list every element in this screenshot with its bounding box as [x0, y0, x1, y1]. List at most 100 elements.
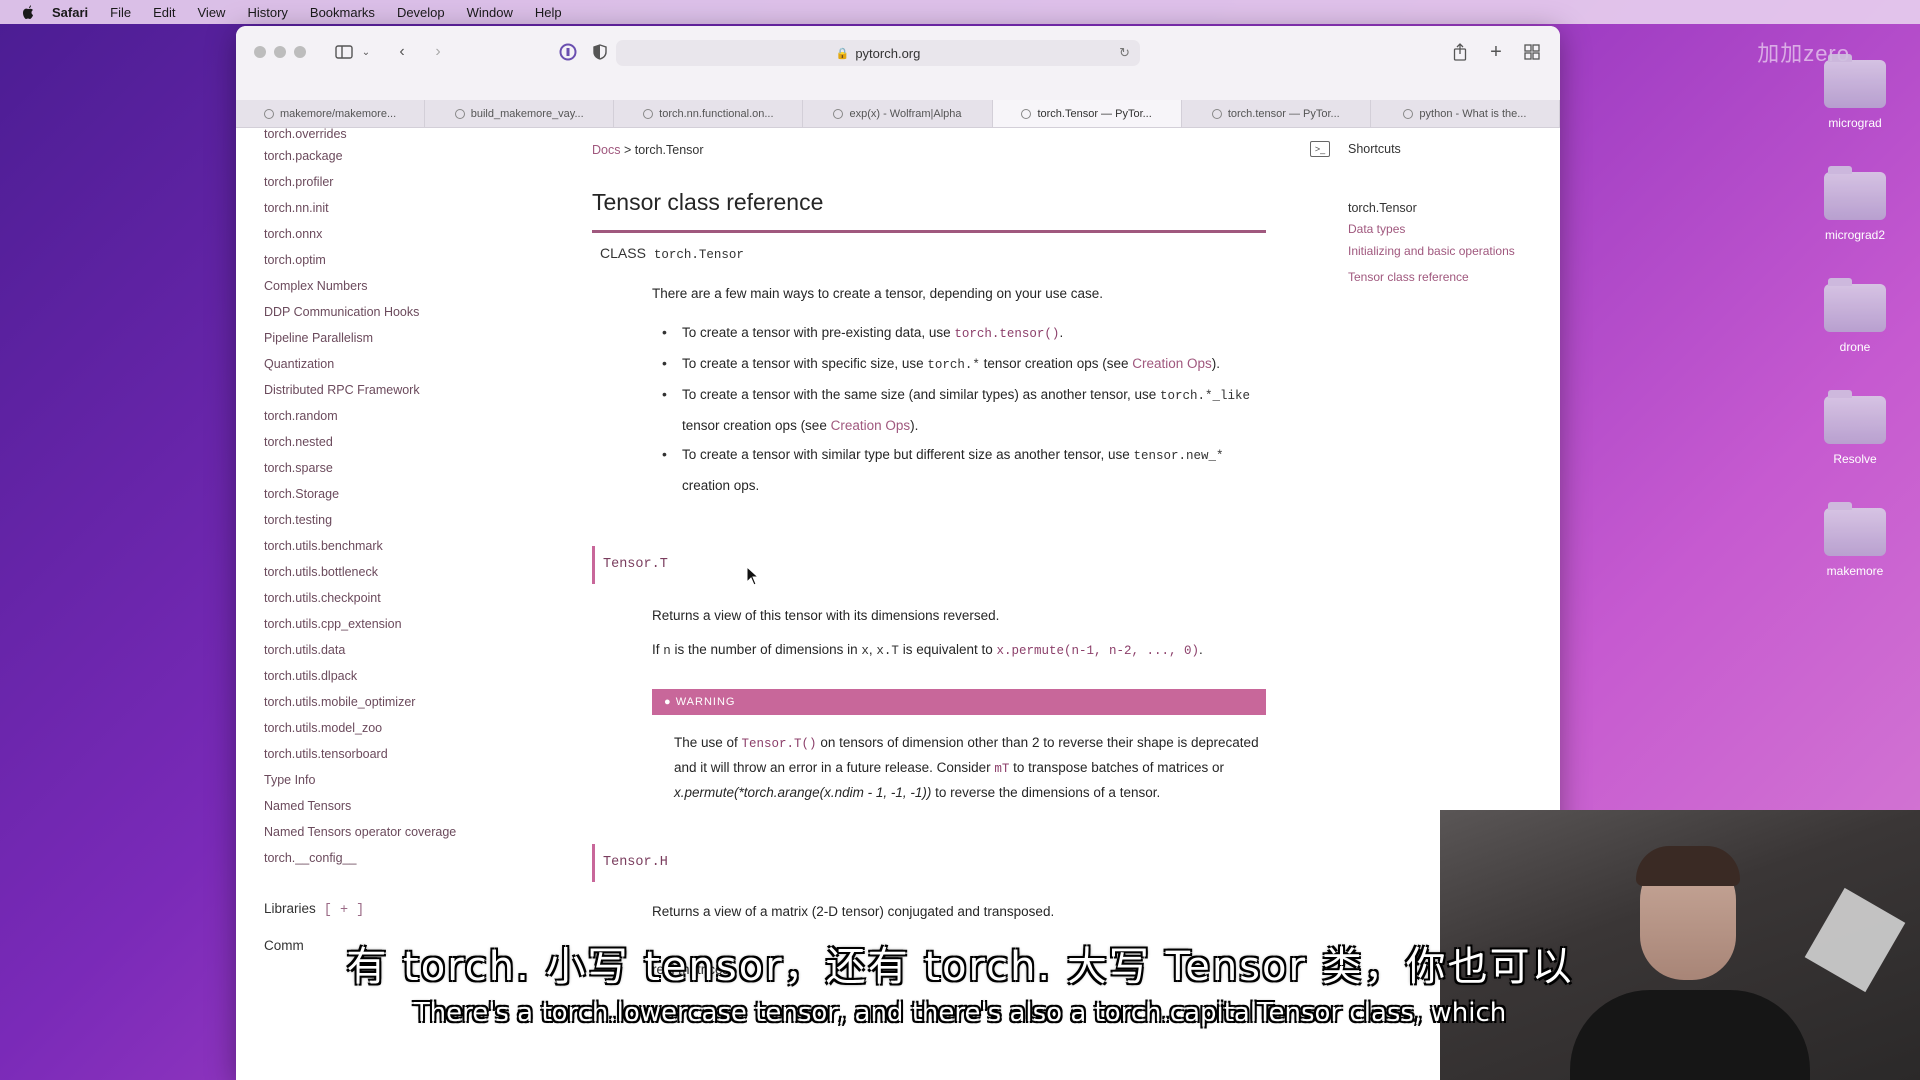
sidebar-item-torch-profiler[interactable]: torch.profiler [264, 169, 504, 195]
sidebar-item-named-tensors-coverage[interactable]: Named Tensors operator coverage [264, 819, 504, 845]
tab-wolfram-alpha[interactable]: exp(x) - Wolfram|Alpha [803, 100, 993, 127]
minimize-window-button[interactable] [274, 46, 286, 58]
tab-torch-tensor-class[interactable]: torch.Tensor — PyTor... [992, 100, 1182, 127]
toc-title[interactable]: torch.Tensor [1348, 201, 1538, 215]
tab-label: makemore/makemore... [279, 107, 397, 120]
sidebar-item-torch-sparse[interactable]: torch.sparse [264, 455, 504, 481]
reload-icon[interactable]: ↻ [1119, 45, 1130, 61]
code-x-permute-link[interactable]: x.permute(n-1, n-2, ..., 0) [997, 644, 1200, 658]
close-window-button[interactable] [254, 46, 266, 58]
sidebar-item-utils-data[interactable]: torch.utils.data [264, 637, 504, 663]
chevron-down-icon[interactable]: ⌄ [354, 40, 378, 64]
text: The use of [674, 735, 742, 750]
apple-icon[interactable] [18, 2, 38, 22]
address-bar[interactable]: 🔒 pytorch.org ↻ [616, 40, 1140, 66]
page-title: Tensor class reference [592, 189, 1266, 233]
stackoverflow-icon [1403, 108, 1414, 119]
password-extension-icon[interactable] [556, 40, 580, 64]
menu-safari[interactable]: Safari [52, 5, 88, 20]
desktop-folder-makemore[interactable]: makemore [1800, 502, 1910, 578]
tab-makemore[interactable]: makemore/makemore... [236, 100, 426, 127]
mouse-cursor-icon [746, 565, 760, 591]
privacy-shield-icon[interactable] [588, 40, 612, 64]
sidebar-item-utils-dlpack[interactable]: torch.utils.dlpack [264, 663, 504, 689]
code-torch-tensor-link[interactable]: torch.tensor() [954, 327, 1059, 341]
sidebar-item-utils-benchmark[interactable]: torch.utils.benchmark [264, 533, 504, 559]
menu-edit[interactable]: Edit [153, 5, 175, 20]
back-button[interactable]: ‹ [390, 40, 414, 64]
sidebar-item-utils-checkpoint[interactable]: torch.utils.checkpoint [264, 585, 504, 611]
sidebar-item-torch-nn-init[interactable]: torch.nn.init [264, 195, 504, 221]
sidebar-item-utils-bottleneck[interactable]: torch.utils.bottleneck [264, 559, 504, 585]
folder-icon [1824, 278, 1886, 332]
desktop-folder-resolve[interactable]: Resolve [1800, 390, 1910, 466]
sidebar-item-distributed-rpc[interactable]: Distributed RPC Framework [264, 377, 504, 403]
sidebar-item-utils-tensorboard[interactable]: torch.utils.tensorboard [264, 741, 504, 767]
sidebar-item-torch-nested[interactable]: torch.nested [264, 429, 504, 455]
creation-ops-link[interactable]: Creation Ops [831, 418, 911, 433]
sidebar-item-torch-storage[interactable]: torch.Storage [264, 481, 504, 507]
menu-history[interactable]: History [247, 5, 287, 20]
tab-label: torch.tensor — PyTor... [1227, 107, 1340, 120]
list-item: To create a tensor with specific size, u… [662, 349, 1266, 380]
bullet-text: ). [910, 418, 919, 433]
desktop-folder-drone[interactable]: drone [1800, 278, 1910, 354]
text: is the number of dimensions in [670, 642, 862, 657]
code-x-t: x.T [876, 644, 899, 658]
desktop-folder-micrograd2[interactable]: micrograd2 [1800, 166, 1910, 242]
sidebar-toggle-icon[interactable] [332, 40, 356, 64]
tab-torch-tensor-func[interactable]: torch.tensor — PyTor... [1182, 100, 1371, 127]
sidebar-item-torch-testing[interactable]: torch.testing [264, 507, 504, 533]
new-tab-icon[interactable]: + [1484, 40, 1508, 64]
zoom-window-button[interactable] [294, 46, 306, 58]
sidebar-item-utils-mobile-optimizer[interactable]: torch.utils.mobile_optimizer [264, 689, 504, 715]
menu-window[interactable]: Window [467, 5, 513, 20]
sidebar-item-torch-config[interactable]: torch.__config__ [264, 845, 504, 871]
code-mt-link[interactable]: mT [994, 762, 1009, 776]
terminal-icon[interactable]: >_ [1310, 141, 1330, 157]
url-text: pytorch.org [855, 45, 921, 61]
sidebar-item-ddp-hooks[interactable]: DDP Communication Hooks [264, 299, 504, 325]
sidebar-item-utils-cpp-extension[interactable]: torch.utils.cpp_extension [264, 611, 504, 637]
class-name: torch.Tensor [653, 248, 744, 262]
share-icon[interactable] [1448, 40, 1472, 64]
code-tensor-t-link[interactable]: Tensor.T() [742, 737, 817, 751]
sidebar-item-torch-onnx[interactable]: torch.onnx [264, 221, 504, 247]
tab-torch-nn-functional[interactable]: torch.nn.functional.on... [614, 100, 804, 127]
sidebar-item-pipeline-parallelism[interactable]: Pipeline Parallelism [264, 325, 504, 351]
menu-view[interactable]: View [198, 5, 226, 20]
breadcrumb-docs-link[interactable]: Docs [592, 143, 620, 157]
member-tensor-t[interactable]: Tensor.T [592, 546, 1266, 584]
menu-help[interactable]: Help [535, 5, 562, 20]
sidebar-item-named-tensors[interactable]: Named Tensors [264, 793, 504, 819]
tensor-t-equivalence: If n is the number of dimensions in x, x… [652, 640, 1266, 661]
forward-button[interactable]: › [426, 40, 450, 64]
member-tensor-h[interactable]: Tensor.H [592, 844, 1266, 882]
menu-develop[interactable]: Develop [397, 5, 445, 20]
tab-build-makemore[interactable]: build_makemore_vay... [425, 100, 615, 127]
creation-ops-link[interactable]: Creation Ops [1132, 356, 1212, 371]
toc-link-data-types[interactable]: Data types [1348, 221, 1538, 237]
menu-bookmarks[interactable]: Bookmarks [310, 5, 375, 20]
sidebar-item-complex-numbers[interactable]: Complex Numbers [264, 273, 504, 299]
sidebar-item-torch-overrides[interactable]: torch.overrides [264, 128, 504, 143]
subtitle-chinese: 有 torch. 小写 tensor，还有 torch. 大写 Tensor 类… [346, 944, 1574, 990]
safari-window: ⌄ ‹ › 🔒 pytorch.org ↻ + makemore/makemor… [236, 26, 1560, 1080]
tab-label: python - What is the... [1419, 107, 1527, 120]
tab-overview-icon[interactable] [1520, 40, 1544, 64]
toc-link-class-reference[interactable]: Tensor class reference [1348, 269, 1538, 285]
menu-file[interactable]: File [110, 5, 131, 20]
sidebar-item-torch-package[interactable]: torch.package [264, 143, 504, 169]
sidebar-item-utils-model-zoo[interactable]: torch.utils.model_zoo [264, 715, 504, 741]
sidebar-item-quantization[interactable]: Quantization [264, 351, 504, 377]
sidebar-item-torch-optim[interactable]: torch.optim [264, 247, 504, 273]
sidebar-item-torch-random[interactable]: torch.random [264, 403, 504, 429]
desktop-folder-micrograd[interactable]: micrograd [1800, 54, 1910, 130]
sidebar-item-type-info[interactable]: Type Info [264, 767, 504, 793]
sidebar-libraries-section[interactable]: Libraries [ + ] [264, 901, 504, 918]
text: to transpose batches of matrices or [1009, 760, 1225, 775]
shortcuts-heading: Shortcuts [1348, 142, 1401, 156]
tab-python-question[interactable]: python - What is the... [1371, 100, 1560, 127]
expand-toggle[interactable]: [ + ] [324, 903, 365, 918]
toc-link-initializing[interactable]: Initializing and basic operations [1348, 243, 1538, 259]
